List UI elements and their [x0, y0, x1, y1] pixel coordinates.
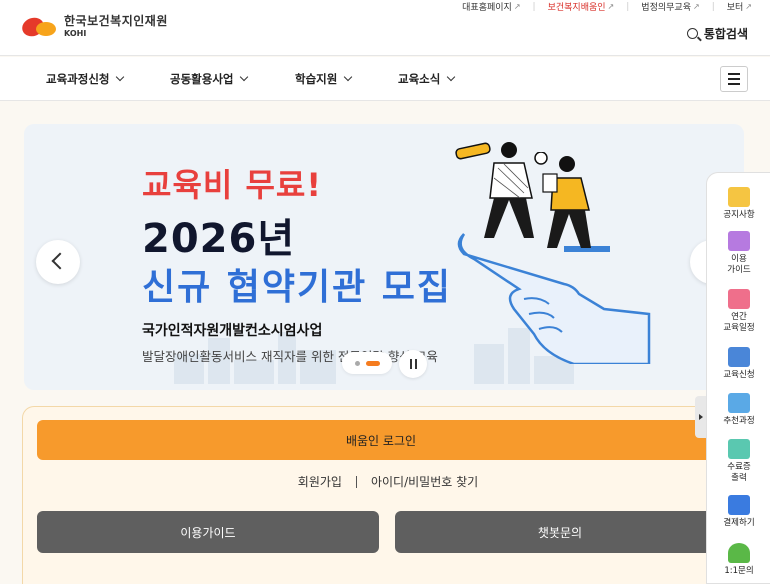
quick-item-course-application[interactable]: 교육신청: [707, 347, 770, 381]
nav-label: 학습지원: [295, 72, 338, 86]
quick-item-label: 1:1문의: [724, 566, 754, 576]
util-link-more[interactable]: 보터 ↗: [727, 0, 752, 13]
slide-dot[interactable]: [354, 360, 360, 366]
login-panel: 배움인 로그인 회원가입 아이디/비밀번호 찾기 이용가이드 챗봇문의: [22, 406, 752, 584]
chevron-down-icon: [344, 72, 353, 82]
banner-year: 2026년: [142, 216, 296, 262]
guide-book-icon: [728, 231, 750, 251]
chatbot-inquiry-button[interactable]: 챗봇문의: [395, 511, 725, 553]
signup-link[interactable]: 회원가입: [298, 473, 342, 490]
chevron-down-icon: [447, 72, 456, 82]
banner-title: 신규 협약기관 모집: [139, 258, 455, 310]
main-nav: 교육과정신청 공동활용사업 학습지원 교육소식: [0, 57, 770, 101]
external-link-icon: ↗: [745, 2, 752, 11]
util-link-main-homepage[interactable]: 대표홈페이지 ↗: [462, 0, 520, 13]
external-link-icon: ↗: [607, 2, 615, 11]
quick-item-notice[interactable]: 공지사항: [707, 187, 770, 221]
quick-item-label: 공지사항: [723, 210, 755, 220]
banner-description: 발달장애인활동서비스 재직자를 위한 전문역량 향상 교육: [142, 349, 438, 364]
banner-program-name: 국가인적자원개발컨소시엄사업: [142, 320, 323, 340]
account-links: 회원가입 아이디/비밀번호 찾기: [23, 473, 753, 490]
util-link-baeumin[interactable]: 보건복지배움인 ↗: [548, 0, 615, 13]
quick-item-annual-schedule[interactable]: 연간 교육일정: [707, 289, 770, 334]
find-id-password-link[interactable]: 아이디/비밀번호 찾기: [371, 473, 478, 490]
certificate-icon: [728, 439, 750, 459]
quick-item-label: 추천과정: [723, 416, 755, 426]
external-link-icon: ↗: [692, 2, 700, 11]
nav-item-learning-support[interactable]: 학습지원: [295, 71, 353, 87]
baeumin-login-button[interactable]: 배움인 로그인: [37, 420, 725, 460]
person-with-magnifier-illustration: [534, 152, 591, 248]
utility-links: 대표홈페이지 ↗ | 보건복지배움인 ↗ | 법정의무교육 ↗ | 보터 ↗: [462, 0, 752, 14]
person-inquiry-icon: [728, 543, 750, 563]
main-banner-slide[interactable]: 교육비 무료! 2026년 신규 협약기관 모집 국가인적자원개발컨소시엄사업 …: [24, 124, 744, 390]
hamburger-menu-button[interactable]: [720, 66, 748, 92]
nav-item-education-news[interactable]: 교육소식: [398, 71, 456, 87]
calendar-icon: [728, 289, 750, 309]
quick-item-one-on-one-inquiry[interactable]: 1:1문의: [707, 543, 770, 577]
quick-item-recommended-course[interactable]: 추천과정: [707, 393, 770, 427]
slide-pause-button[interactable]: [399, 350, 427, 378]
quick-item-certificate-print[interactable]: 수료증 출력: [707, 439, 770, 484]
slide-dot-active[interactable]: [365, 360, 380, 366]
chevron-left-icon: [51, 252, 69, 270]
menu-icon: [728, 73, 740, 76]
application-form-icon: [728, 347, 750, 367]
quick-item-user-guide[interactable]: 이용 가이드: [707, 231, 770, 276]
util-link-mandatory-education[interactable]: 법정의무교육 ↗: [641, 0, 699, 13]
quick-item-payment[interactable]: 결제하기: [707, 495, 770, 529]
external-link-icon: ↗: [513, 2, 521, 11]
nav-label: 교육과정신청: [46, 72, 110, 86]
quick-item-label: 연간 교육일정: [723, 312, 755, 333]
divider: |: [626, 1, 630, 12]
divider: |: [711, 1, 715, 12]
banner-prev-button[interactable]: [36, 240, 80, 284]
user-guide-button[interactable]: 이용가이드: [37, 511, 379, 553]
nav-label: 교육소식: [398, 72, 441, 86]
payment-icon: [728, 495, 750, 515]
integrated-search-button[interactable]: 통합검색: [686, 25, 748, 42]
quick-item-label: 교육신청: [723, 370, 755, 380]
quick-item-label: 수료증 출력: [727, 462, 751, 483]
slide-indicator: [342, 352, 392, 374]
chevron-down-icon: [240, 72, 249, 82]
search-icon: [686, 28, 698, 39]
search-label: 통합검색: [703, 27, 748, 41]
nav-label: 공동활용사업: [170, 72, 234, 86]
pause-icon: [409, 359, 412, 369]
site-logo[interactable]: 한국보건복지인재원 KOHI: [19, 12, 180, 40]
nav-item-joint-utilization[interactable]: 공동활용사업: [170, 71, 249, 87]
site-header: 한국보건복지인재원 KOHI 대표홈페이지 ↗ | 보건복지배움인 ↗ | 법정의무…: [0, 0, 770, 56]
nav-item-course-application[interactable]: 교육과정신청: [46, 71, 125, 87]
divider: [355, 475, 357, 488]
logo-english-name: KOHI: [64, 29, 87, 38]
quick-item-label: 결제하기: [723, 518, 755, 528]
quick-menu: 공지사항 이용 가이드 연간 교육일정 교육신청 추천과정 수료증 출력 결제하…: [706, 172, 770, 584]
chevron-down-icon: [116, 72, 125, 82]
thumbs-up-icon: [728, 393, 750, 413]
divider: |: [532, 1, 536, 12]
logo-korean-name: 한국보건복지인재원: [64, 14, 168, 28]
logo-mark-icon: [19, 12, 58, 40]
quick-item-label: 이용 가이드: [727, 254, 751, 275]
banner-headline-free: 교육비 무료!: [142, 166, 322, 204]
notice-icon: [728, 187, 750, 207]
